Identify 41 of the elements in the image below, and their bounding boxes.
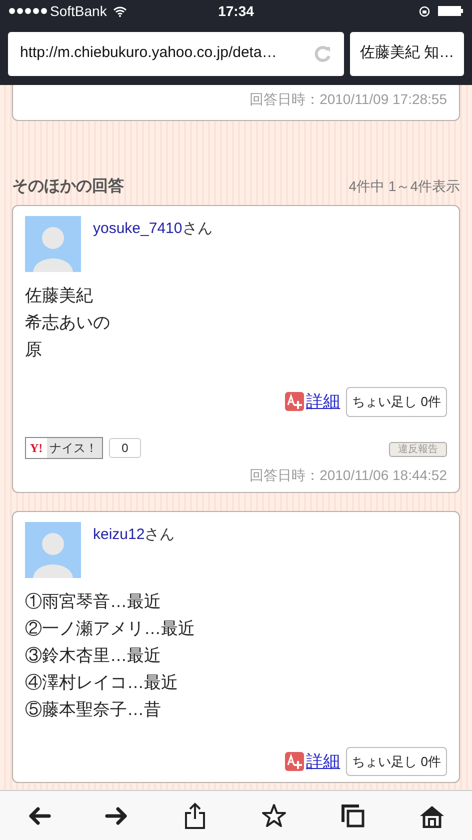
nice-count: 0 — [108, 438, 142, 458]
answer-line: 原 — [25, 339, 43, 361]
answer-line: ②一ノ瀬アメリ…最近 — [25, 618, 196, 640]
detail-link[interactable]: 詳細 — [306, 389, 340, 414]
tabs-icon[interactable] — [341, 804, 365, 828]
user-link[interactable]: yosuke_7410 — [93, 218, 182, 240]
home-icon[interactable] — [419, 804, 445, 828]
wifi-icon — [112, 6, 127, 16]
user-suffix: さん — [182, 219, 212, 239]
clock: 17:34 — [218, 2, 254, 20]
answer-line: 佐藤美紀 — [25, 285, 94, 307]
answer-count: 4件中 1～4件表示 — [348, 177, 460, 196]
share-icon[interactable] — [183, 802, 207, 830]
answer-line: ①雨宮琴音…最近 — [25, 590, 162, 612]
carrier-name: SoftBank — [50, 2, 107, 20]
answer-date: 回答日時：2010/11/09 17:28:55 — [248, 90, 447, 109]
forward-arrow-icon[interactable] — [105, 806, 129, 826]
back-arrow-icon[interactable] — [27, 806, 51, 826]
answer-line: 希志あいの — [25, 312, 111, 334]
add-text-icon — [285, 392, 304, 412]
url-text: http://m.chiebukuro.yahoo.co.jp/deta… — [20, 43, 278, 64]
rotation-lock-icon — [419, 6, 430, 16]
avatar-icon — [25, 216, 81, 272]
detail-link[interactable]: 詳細 — [306, 748, 340, 774]
section-title: そのほかの回答 — [12, 176, 124, 197]
battery-icon — [438, 6, 464, 16]
address-field[interactable]: http://m.chiebukuro.yahoo.co.jp/deta… — [8, 32, 344, 76]
star-icon[interactable] — [261, 803, 287, 828]
addition-count[interactable]: ちょい足し 0件 — [346, 387, 447, 416]
nice-button[interactable]: Y! ナイス！ — [25, 436, 103, 458]
user-link[interactable]: keizu12 — [93, 524, 145, 546]
answer-date: 回答日時：2010/11/06 18:44:52 — [248, 466, 447, 484]
answer-line: ⑤藤本聖奈子…昔 — [25, 698, 162, 720]
add-text-icon — [285, 752, 304, 771]
addition-count[interactable]: ちょい足し 0件 — [346, 746, 447, 776]
avatar-icon — [25, 522, 81, 578]
signal-icon — [8, 7, 48, 15]
answer-line: ④澤村レイコ…最近 — [25, 672, 179, 694]
tab-button[interactable]: 佐藤美紀 知… — [350, 32, 464, 76]
answer-line: ③鈴木杏里…最近 — [25, 644, 162, 666]
user-suffix: さん — [144, 524, 175, 544]
